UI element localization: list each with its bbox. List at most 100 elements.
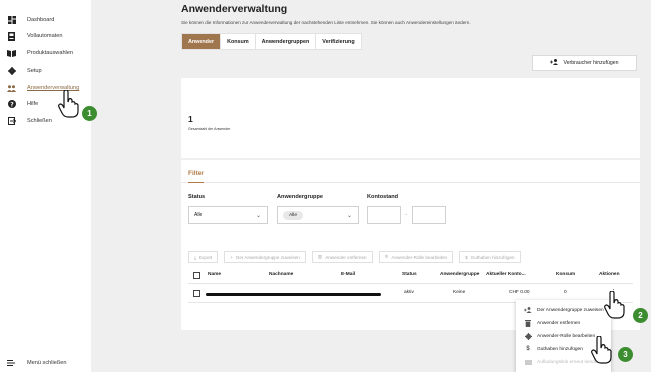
status-select-value: Alle bbox=[194, 212, 203, 218]
sidebar-item-label: Hilfe bbox=[27, 101, 39, 107]
vending-machine-icon bbox=[7, 31, 16, 41]
add-credit-button[interactable]: $ Guthaben hinzufügen bbox=[459, 251, 521, 263]
table-header: Name Nachname E-Mail Status Anwendergrup… bbox=[181, 270, 640, 282]
pointer-hand-icon bbox=[604, 290, 626, 324]
add-user-icon: + bbox=[230, 254, 233, 260]
filter-title: Filter bbox=[188, 170, 204, 177]
range-arrow-icon: → bbox=[403, 211, 408, 217]
help-icon: ? bbox=[7, 100, 16, 109]
gear-icon bbox=[7, 67, 16, 76]
gear-icon: ✲ bbox=[384, 254, 389, 259]
trash-icon bbox=[524, 319, 532, 327]
add-user-icon bbox=[550, 59, 559, 67]
edit-role-button[interactable]: ✲ Anwender-Rolle bearbeiten bbox=[378, 251, 454, 263]
row-checkbox[interactable] bbox=[193, 290, 200, 297]
filter-divider bbox=[181, 182, 640, 183]
sidebar-item-label: Schließen bbox=[27, 118, 52, 124]
menu-item-label: Anwender-Rolle bearbeiten bbox=[537, 333, 596, 339]
col-consumption: Konsum bbox=[556, 272, 576, 277]
balance-min-input[interactable] bbox=[367, 206, 401, 224]
svg-text:?: ? bbox=[10, 101, 14, 108]
users-icon bbox=[7, 84, 16, 93]
table-divider bbox=[188, 283, 633, 284]
tab-bar: Anwender Konsum Anwendergruppen Verifizi… bbox=[181, 33, 362, 50]
col-status: Status bbox=[402, 272, 417, 277]
group-filter-label: Anwendergruppe bbox=[277, 194, 323, 200]
logout-icon bbox=[7, 117, 16, 126]
sidebar-item-setup[interactable]: Setup bbox=[0, 64, 91, 78]
export-button[interactable]: ⤓ Export bbox=[188, 251, 219, 263]
sidebar-item-produktauswahlen[interactable]: Produktauswahlen bbox=[0, 46, 91, 60]
tab-anwendergruppen[interactable]: Anwendergruppen bbox=[256, 34, 317, 49]
sidebar-item-label: Produktauswahlen bbox=[27, 50, 74, 56]
assign-group-label: Der Anwendergruppe zuweisen bbox=[236, 254, 300, 260]
assign-group-button[interactable]: + Der Anwendergruppe zuweisen bbox=[224, 251, 306, 263]
total-users-count: 1 bbox=[188, 114, 193, 124]
add-user-icon bbox=[524, 306, 532, 314]
group-select[interactable]: Alle ⌄ bbox=[277, 206, 359, 224]
dollar-icon: $ bbox=[526, 346, 530, 352]
add-credit-label: Guthaben hinzufügen bbox=[470, 254, 515, 260]
remove-user-label: Anwender entfernen bbox=[325, 254, 367, 260]
col-actions: Aktionen bbox=[599, 272, 620, 277]
collapse-menu-button[interactable]: Menü schließen bbox=[0, 357, 91, 369]
sidebar: Dashboard Vollautomaten Produktauswahlen… bbox=[0, 0, 91, 372]
bulk-actions-toolbar: ⤓ Export + Der Anwendergruppe zuweisen ▥… bbox=[188, 251, 521, 263]
tab-konsum[interactable]: Konsum bbox=[221, 34, 256, 49]
add-consumer-label: Verbraucher hinzufügen bbox=[563, 60, 619, 66]
status-select[interactable]: Alle ⌄ bbox=[188, 206, 268, 224]
row-group: Keine bbox=[453, 290, 466, 295]
col-email: E-Mail bbox=[341, 272, 356, 277]
tab-verifizierung[interactable]: Verifizierung bbox=[316, 34, 360, 49]
menu-item-remove-user[interactable]: Anwender entfernen bbox=[516, 317, 611, 329]
col-name: Name bbox=[208, 272, 222, 277]
balance-filter-label: Kontostand bbox=[367, 194, 399, 200]
row-balance: CHF 0.00 bbox=[509, 290, 530, 295]
collapse-menu-label: Menü schließen bbox=[27, 360, 67, 366]
sidebar-item-label: Setup bbox=[27, 68, 42, 74]
dashboard-icon bbox=[7, 16, 16, 25]
status-filter-label: Status bbox=[188, 194, 206, 200]
menu-item-assign-group[interactable]: Der Anwendergruppe zuweisen bbox=[516, 304, 611, 316]
stats-card: 1 Gesamtzahl der Anwender bbox=[181, 78, 640, 158]
row-status: aktiv bbox=[404, 290, 414, 295]
menu-item-label: Der Anwendergruppe zuweisen bbox=[537, 307, 604, 313]
tab-anwender[interactable]: Anwender bbox=[182, 34, 222, 49]
remove-user-button[interactable]: ▥ Anwender entfernen bbox=[311, 251, 373, 263]
pointer-hand-icon bbox=[591, 335, 613, 369]
download-icon: ⤓ bbox=[194, 254, 197, 260]
col-lastname: Nachname bbox=[269, 272, 294, 277]
sidebar-item-label: Vollautomaten bbox=[27, 33, 63, 39]
select-all-checkbox[interactable] bbox=[193, 272, 200, 279]
edit-role-label: Anwender-Rolle bearbeiten bbox=[391, 254, 448, 260]
trash-icon: ▥ bbox=[317, 254, 323, 259]
dollar-icon: $ bbox=[465, 254, 468, 260]
mail-icon bbox=[524, 358, 532, 366]
table-row: aktiv Keine CHF 0.00 0 ⋮ bbox=[181, 288, 640, 300]
page-title: Anwenderverwaltung bbox=[181, 3, 288, 15]
pointer-hand-icon bbox=[58, 89, 80, 123]
step-badge-2: 2 bbox=[633, 308, 648, 323]
book-icon bbox=[7, 49, 16, 58]
balance-max-input[interactable] bbox=[412, 206, 446, 224]
col-group: Anwendergruppe bbox=[440, 272, 480, 277]
sidebar-item-vollautomaten[interactable]: Vollautomaten bbox=[0, 29, 91, 43]
menu-item-label: Anwender entfernen bbox=[537, 320, 581, 326]
menu-item-label: Guthaben hinzufügen bbox=[537, 346, 583, 352]
filter-underline bbox=[188, 182, 204, 183]
sidebar-item-dashboard[interactable]: Dashboard bbox=[0, 13, 91, 27]
add-consumer-button[interactable]: Verbraucher hinzufügen bbox=[532, 55, 637, 71]
chevron-down-icon: ⌄ bbox=[346, 213, 352, 219]
page-subtitle: Sie können die Informationen zur Anwende… bbox=[181, 20, 471, 25]
step-badge-3: 3 bbox=[618, 347, 633, 362]
gear-icon bbox=[524, 332, 532, 340]
group-chip: Alle bbox=[283, 210, 303, 220]
sidebar-item-label: Dashboard bbox=[27, 17, 55, 23]
collapse-menu-icon bbox=[7, 359, 16, 368]
row-consumption: 0 bbox=[564, 290, 567, 295]
col-balance: Aktueller Konto... bbox=[486, 272, 526, 277]
chevron-down-icon: ⌄ bbox=[255, 213, 261, 219]
total-users-label: Gesamtzahl der Anwender bbox=[188, 127, 231, 131]
export-label: Export bbox=[199, 254, 213, 260]
step-badge-1: 1 bbox=[82, 106, 97, 121]
